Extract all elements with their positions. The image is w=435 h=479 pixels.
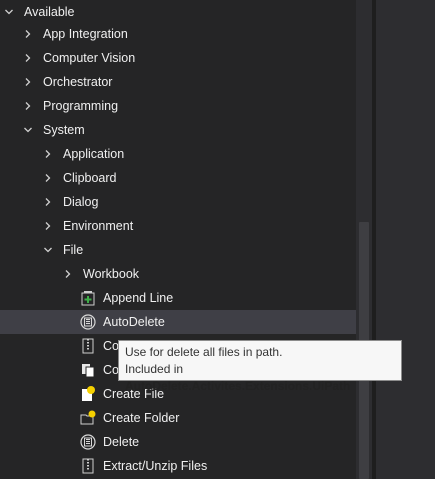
tree-item-programming[interactable]: Programming bbox=[0, 94, 379, 118]
tree-item-label: Programming bbox=[43, 99, 119, 113]
tree-item-label: App Integration bbox=[43, 27, 128, 41]
tooltip-description: Use for delete all files in path. bbox=[125, 345, 283, 359]
activity-label: AutoDelete bbox=[103, 315, 165, 329]
tree-item-application[interactable]: Application bbox=[0, 142, 399, 166]
chevron-right-icon[interactable] bbox=[43, 173, 53, 183]
chevron-down-icon[interactable] bbox=[23, 125, 33, 135]
tree-item-app-integration[interactable]: App Integration bbox=[0, 22, 379, 46]
tree-item-clipboard[interactable]: Clipboard bbox=[0, 166, 399, 190]
chevron-right-icon[interactable] bbox=[23, 29, 33, 39]
chevron-right-icon[interactable] bbox=[23, 101, 33, 111]
tree-item-dialog[interactable]: Dialog bbox=[0, 190, 399, 214]
tree-item-label: Available bbox=[24, 5, 75, 19]
activity-label: Extract/Unzip Files bbox=[103, 459, 208, 473]
chevron-right-icon[interactable] bbox=[43, 197, 53, 207]
tree-item-file[interactable]: File bbox=[0, 238, 399, 262]
tree-item-label: File bbox=[63, 243, 84, 257]
tree-item-orchestrator[interactable]: Orchestrator bbox=[0, 70, 379, 94]
tree-item-system[interactable]: System bbox=[0, 118, 379, 142]
delete-icon bbox=[80, 434, 96, 450]
activity-label: Delete bbox=[103, 435, 140, 449]
activity-label: Append Line bbox=[103, 291, 174, 305]
chevron-right-icon[interactable] bbox=[43, 221, 53, 231]
tree-item-computer-vision[interactable]: Computer Vision bbox=[0, 46, 379, 70]
tree-item-label: Workbook bbox=[83, 267, 140, 281]
tree-item-label: Dialog bbox=[63, 195, 99, 209]
create-file-icon bbox=[80, 386, 96, 402]
copy-file-icon bbox=[80, 362, 96, 378]
create-folder-icon bbox=[80, 410, 96, 426]
chevron-down-icon[interactable] bbox=[43, 245, 53, 255]
chevron-right-icon[interactable] bbox=[63, 269, 73, 279]
tooltip-included-in: Included in bbox=[125, 362, 184, 376]
tree-item-label: Environment bbox=[63, 219, 134, 233]
chevron-down-icon[interactable] bbox=[4, 7, 14, 17]
activity-tooltip: Use for delete all files in path. Includ… bbox=[118, 340, 402, 393]
chevron-right-icon[interactable] bbox=[23, 77, 33, 87]
activity-label: Co bbox=[103, 363, 119, 377]
extract-unzip-icon bbox=[80, 458, 96, 474]
append-line-icon bbox=[80, 290, 96, 306]
tree-item-label: Clipboard bbox=[63, 171, 117, 185]
tree-item-label: System bbox=[43, 123, 85, 137]
tooltip-package-line: Included in AutoDelete.Activites.Extensi… bbox=[125, 361, 401, 395]
tree-item-environment[interactable]: Environment bbox=[0, 214, 399, 238]
right-pane bbox=[376, 0, 435, 479]
activities-panel: Available App Integration Computer Visio… bbox=[0, 0, 435, 479]
autodelete-icon bbox=[80, 314, 96, 330]
tree-item-label: Application bbox=[63, 147, 125, 161]
activity-label: Create Folder bbox=[103, 411, 180, 425]
tree-item-label: Computer Vision bbox=[43, 51, 136, 65]
tree-item-label: Orchestrator bbox=[43, 75, 113, 89]
chevron-right-icon[interactable] bbox=[43, 149, 53, 159]
zip-file-icon bbox=[80, 338, 96, 354]
tree-item-available[interactable]: Available bbox=[0, 0, 360, 24]
tooltip-package-name: AutoDelete.Activites.Extensions.UiPath bbox=[125, 379, 351, 393]
chevron-right-icon[interactable] bbox=[23, 53, 33, 63]
activity-label: Co bbox=[103, 339, 119, 353]
